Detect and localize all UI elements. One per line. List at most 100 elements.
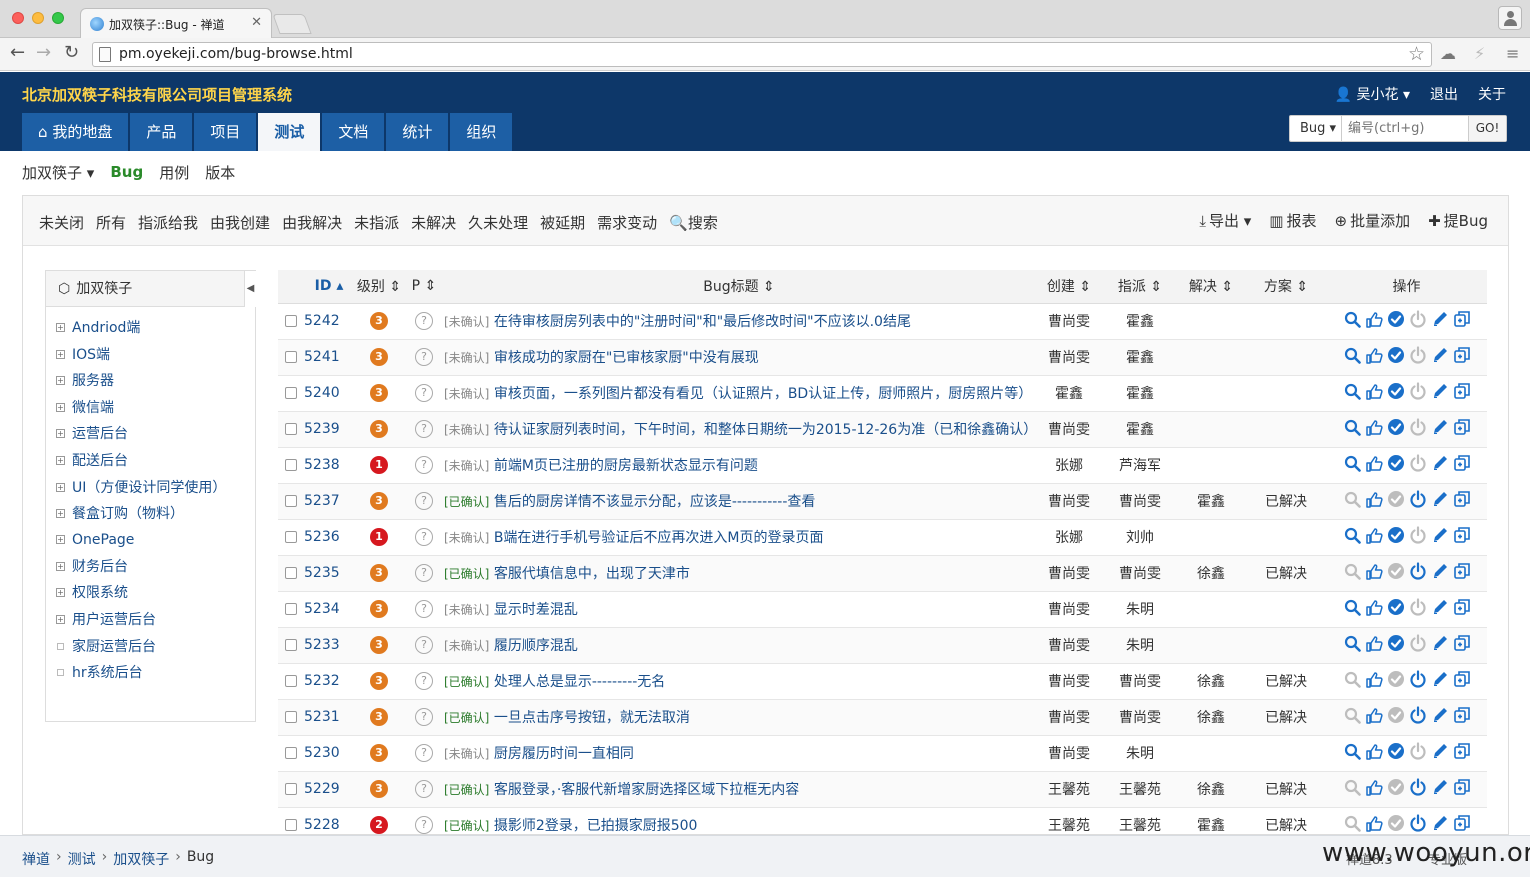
close-bug-icon[interactable]: [1409, 382, 1427, 400]
tree-item-label[interactable]: 权限系统: [72, 585, 128, 601]
row-checkbox[interactable]: [285, 819, 297, 831]
edit-bug-icon[interactable]: [1431, 382, 1449, 400]
filter-unassigned[interactable]: 未指派: [354, 212, 399, 233]
assign-bug-icon[interactable]: [1365, 562, 1383, 580]
bug-id-link[interactable]: 5239: [304, 421, 340, 437]
expand-icon[interactable]: +: [56, 376, 65, 386]
resolve-bug-icon[interactable]: [1387, 310, 1405, 328]
tree-item-label[interactable]: OnePage: [72, 532, 134, 548]
filter-long-lifebugs[interactable]: 久未处理: [468, 212, 528, 233]
row-checkbox[interactable]: [285, 567, 297, 579]
expand-icon[interactable]: +: [56, 349, 65, 359]
search-go-button[interactable]: GO!: [1468, 116, 1506, 141]
edit-bug-icon[interactable]: [1431, 706, 1449, 724]
tree-item-label[interactable]: 配送后台: [72, 453, 128, 469]
about-link[interactable]: 关于: [1478, 84, 1506, 104]
filter-unresolved[interactable]: 未解决: [411, 212, 456, 233]
resolve-bug-icon[interactable]: [1387, 598, 1405, 616]
tree-item-label[interactable]: Andriod端: [72, 320, 140, 336]
url-text[interactable]: pm.oyekeji.com/bug-browse.html: [119, 46, 353, 62]
address-bar[interactable]: pm.oyekeji.com/bug-browse.html ☆: [92, 42, 1432, 67]
tree-item[interactable]: hr系统后台: [56, 660, 255, 687]
bug-title-link[interactable]: 处理人总是显示---------无名: [494, 674, 665, 690]
nav-my[interactable]: ⌂ 我的地盘: [22, 113, 129, 151]
tree-item-label[interactable]: UI（方便设计同学使用）: [72, 480, 226, 496]
cloud-download-icon[interactable]: ☁: [1440, 44, 1456, 63]
row-checkbox[interactable]: [285, 495, 297, 507]
bug-title-link[interactable]: 待认证家厨列表时间，下午时间，和整体日期统一为2015-12-26为准（已和徐鑫…: [494, 422, 1034, 438]
confirm-bug-icon[interactable]: [1343, 346, 1361, 364]
edit-bug-icon[interactable]: [1431, 418, 1449, 436]
copy-bug-icon[interactable]: [1453, 382, 1471, 400]
assign-bug-icon[interactable]: [1365, 670, 1383, 688]
add-bug-button[interactable]: ✚ 提Bug: [1428, 210, 1488, 231]
copy-bug-icon[interactable]: [1453, 778, 1471, 796]
expand-icon[interactable]: +: [56, 508, 65, 518]
product-switcher[interactable]: 加双筷子 ▾: [22, 162, 94, 183]
lightning-icon[interactable]: ⚡: [1474, 44, 1485, 63]
sort-resolution[interactable]: 方案 ⇕: [1246, 270, 1326, 304]
close-bug-icon[interactable]: [1409, 418, 1427, 436]
sort-assigned-to[interactable]: 指派 ⇕: [1104, 270, 1176, 304]
expand-icon[interactable]: +: [56, 455, 65, 465]
edit-bug-icon[interactable]: [1431, 634, 1449, 652]
filter-opened-by-me[interactable]: 由我创建: [210, 212, 270, 233]
edit-bug-icon[interactable]: [1431, 490, 1449, 508]
confirm-bug-icon[interactable]: [1343, 670, 1361, 688]
assign-bug-icon[interactable]: [1365, 490, 1383, 508]
bug-title-link[interactable]: 客服登录，·客服代新增家厨选择区域下拉框无内容: [494, 782, 799, 798]
copy-bug-icon[interactable]: [1453, 562, 1471, 580]
minimize-window-button[interactable]: [32, 12, 44, 24]
row-checkbox[interactable]: [285, 747, 297, 759]
filter-resolved-by-me[interactable]: 由我解决: [282, 212, 342, 233]
tree-item[interactable]: + Andriod端: [56, 315, 255, 342]
row-checkbox[interactable]: [285, 387, 297, 399]
confirm-bug-icon[interactable]: [1343, 310, 1361, 328]
bug-title-link[interactable]: 审核页面，一系列图片都没有看见（认证照片，BD认证上传，厨师照片，厨房照片等）: [494, 386, 1032, 402]
tree-item-label[interactable]: IOS端: [72, 347, 110, 363]
confirm-bug-icon[interactable]: [1343, 418, 1361, 436]
bug-id-link[interactable]: 5235: [304, 565, 340, 581]
menu-icon[interactable]: ≡: [1506, 44, 1519, 63]
close-bug-icon[interactable]: [1409, 346, 1427, 364]
bug-id-link[interactable]: 5238: [304, 457, 340, 473]
resolve-bug-icon[interactable]: [1387, 382, 1405, 400]
tree-item-label[interactable]: 用户运营后台: [72, 612, 156, 628]
bug-id-link[interactable]: 5240: [304, 385, 340, 401]
close-bug-icon[interactable]: [1409, 598, 1427, 616]
reload-icon[interactable]: ↻: [64, 42, 79, 63]
copy-bug-icon[interactable]: [1453, 670, 1471, 688]
close-window-button[interactable]: [12, 12, 24, 24]
close-bug-icon[interactable]: [1409, 814, 1427, 832]
row-checkbox[interactable]: [285, 603, 297, 615]
bug-id-link[interactable]: 5228: [304, 817, 340, 833]
edit-bug-icon[interactable]: [1431, 310, 1449, 328]
filter-need-confirm[interactable]: 需求变动: [597, 212, 657, 233]
filter-search[interactable]: 🔍搜索: [669, 212, 718, 233]
edit-bug-icon[interactable]: [1431, 454, 1449, 472]
nav-product[interactable]: 产品: [130, 113, 193, 151]
close-bug-icon[interactable]: [1409, 706, 1427, 724]
confirm-bug-icon[interactable]: [1343, 742, 1361, 760]
close-bug-icon[interactable]: [1409, 778, 1427, 796]
bug-title-link[interactable]: 在待审核厨房列表中的"注册时间"和"最后修改时间"不应该以.0结尾: [494, 314, 911, 330]
edit-bug-icon[interactable]: [1431, 526, 1449, 544]
filter-postponed[interactable]: 被延期: [540, 212, 585, 233]
resolve-bug-icon[interactable]: [1387, 526, 1405, 544]
confirm-bug-icon[interactable]: [1343, 778, 1361, 796]
bug-id-link[interactable]: 5230: [304, 745, 340, 761]
row-checkbox[interactable]: [285, 675, 297, 687]
tree-item[interactable]: + OnePage: [56, 527, 255, 554]
expand-icon[interactable]: +: [56, 561, 65, 571]
resolve-bug-icon[interactable]: [1387, 634, 1405, 652]
zoom-window-button[interactable]: [52, 12, 64, 24]
row-checkbox[interactable]: [285, 315, 297, 327]
sort-id[interactable]: ID ▴: [304, 270, 354, 304]
resolve-bug-icon[interactable]: [1387, 670, 1405, 688]
bug-title-link[interactable]: 一旦点击序号按钮，就无法取消: [494, 710, 690, 726]
close-bug-icon[interactable]: [1409, 670, 1427, 688]
assign-bug-icon[interactable]: [1365, 418, 1383, 436]
assign-bug-icon[interactable]: [1365, 814, 1383, 832]
confirm-bug-icon[interactable]: [1343, 814, 1361, 832]
assign-bug-icon[interactable]: [1365, 598, 1383, 616]
